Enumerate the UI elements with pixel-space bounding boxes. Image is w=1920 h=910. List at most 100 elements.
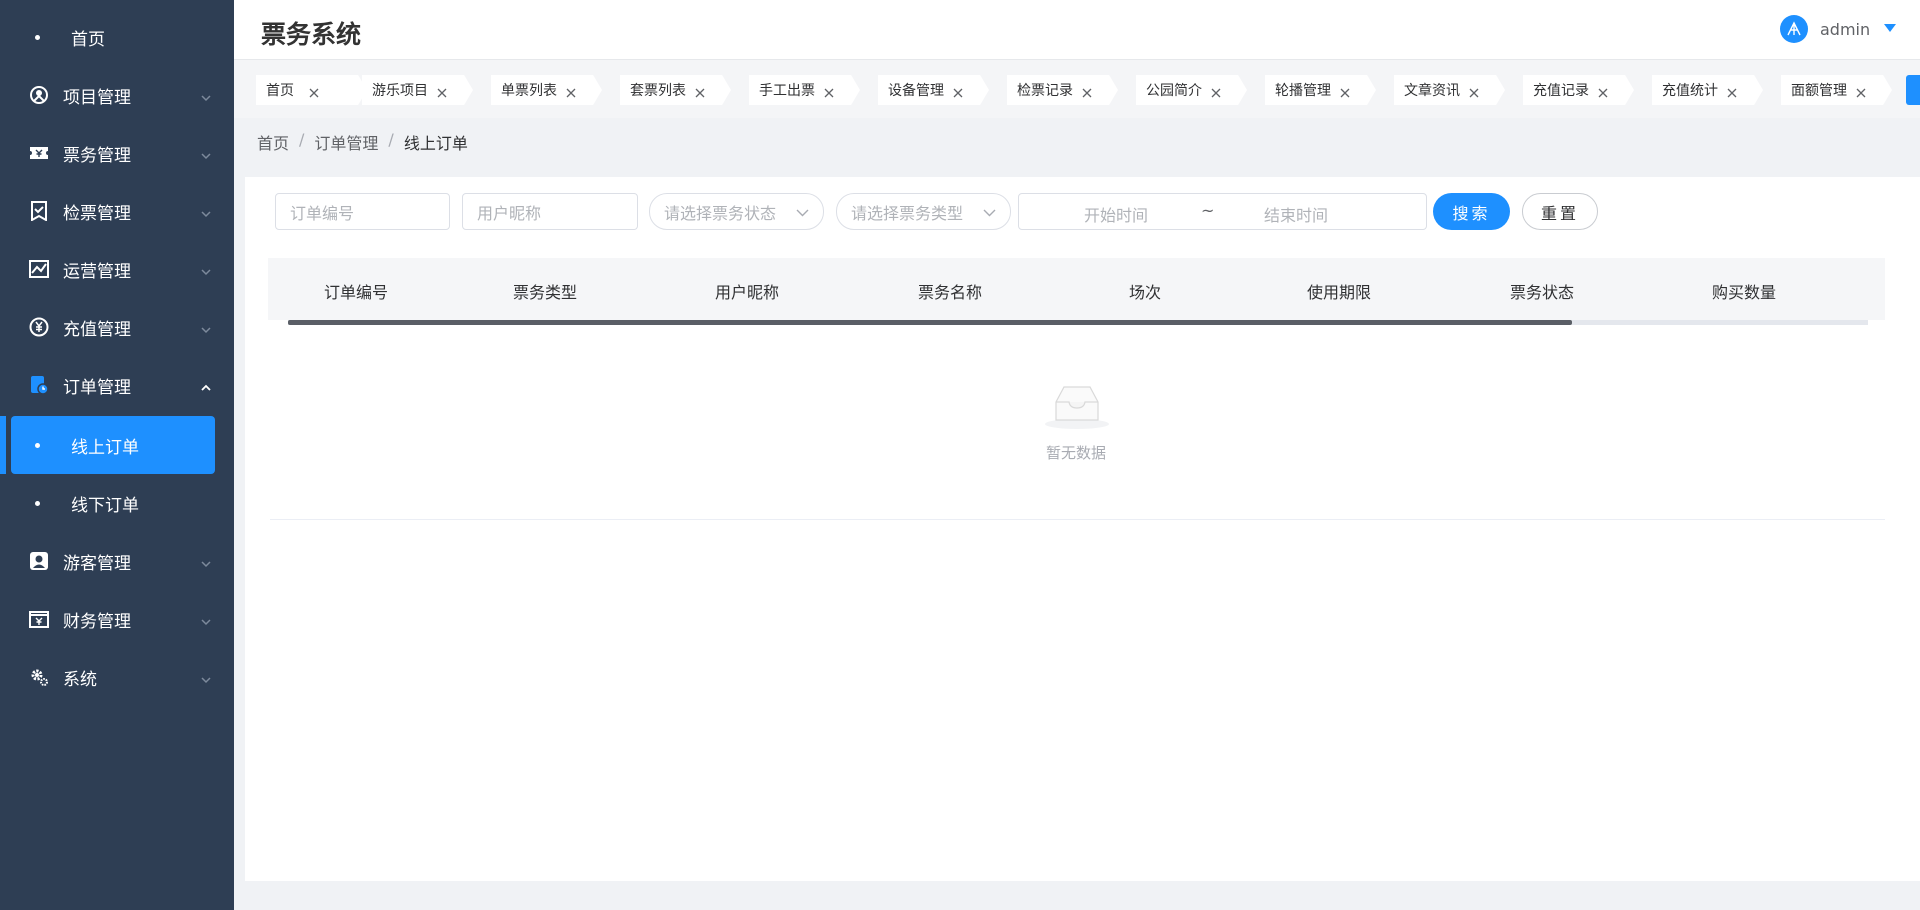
chart-icon — [28, 258, 50, 280]
top-header: 票务系统 admin — [234, 0, 1920, 60]
chevron-down-icon — [796, 209, 809, 217]
breadcrumb-separator: / — [299, 130, 305, 149]
check-ticket-icon — [28, 200, 50, 222]
breadcrumb-item[interactable]: 首页 — [257, 130, 289, 154]
end-time-placeholder: 结束时间 — [1264, 206, 1329, 225]
tag-label: 游乐项目 — [372, 83, 428, 99]
order-number-placeholder: 订单编号 — [290, 203, 355, 223]
tag-item[interactable]: 单票列表 — [491, 75, 602, 105]
sidebar-item-label: 首页 — [71, 29, 105, 50]
close-icon[interactable] — [1210, 84, 1222, 98]
range-separator: ~ — [1201, 201, 1215, 220]
close-icon[interactable] — [1726, 84, 1738, 98]
tag-item[interactable]: 套票列表 — [620, 75, 731, 105]
ticket-type-select[interactable]: 请选择票务类型 — [836, 193, 1011, 230]
tag-label: 单票列表 — [501, 83, 557, 99]
horizontal-scrollbar-thumb[interactable] — [288, 320, 1572, 325]
sidebar-item-visitors[interactable]: 游客管理 — [0, 532, 234, 590]
finance-icon — [28, 608, 50, 630]
close-icon[interactable] — [1468, 84, 1480, 98]
ticket-status-select[interactable]: 请选择票务状态 — [649, 193, 824, 230]
reset-button[interactable]: 重置 — [1522, 193, 1598, 230]
sidebar-item-operations[interactable]: 运营管理 — [0, 240, 234, 298]
gear-icon — [28, 666, 50, 688]
tag-item[interactable]: 文章资讯 — [1394, 75, 1505, 105]
tag-label: 设备管理 — [888, 83, 944, 99]
nickname-input[interactable]: 用户昵称 — [462, 193, 638, 230]
date-range-picker[interactable]: 开始时间 ~ 结束时间 — [1018, 193, 1427, 230]
visitor-icon — [28, 550, 50, 572]
app-title: 票务系统 — [261, 20, 362, 49]
sidebar-item-label: 系统 — [63, 669, 97, 690]
close-icon[interactable] — [823, 84, 835, 98]
close-icon[interactable] — [1597, 84, 1609, 98]
tag-item[interactable]: 公园简介 — [1136, 75, 1247, 105]
nickname-placeholder: 用户昵称 — [477, 203, 542, 223]
project-icon — [28, 84, 50, 106]
chevron-down-icon — [200, 89, 212, 102]
empty-inbox-icon — [1045, 386, 1109, 429]
table-bottom-border — [270, 519, 1885, 520]
tag-item[interactable]: 游乐项目 — [362, 75, 473, 105]
chevron-down-icon — [200, 147, 212, 160]
close-icon[interactable] — [1081, 84, 1093, 98]
breadcrumb-separator: / — [388, 130, 394, 149]
tag-item[interactable]: 检票记录 — [1007, 75, 1118, 105]
column-header: 购买数量 — [1712, 283, 1777, 302]
close-icon[interactable] — [308, 84, 320, 98]
sidebar-item-finance[interactable]: 财务管理 — [0, 590, 234, 648]
tag-label: 检票记录 — [1017, 83, 1073, 99]
sidebar-item-orders[interactable]: 订单管理 — [0, 356, 234, 414]
tag-overflow-indicator[interactable] — [1906, 75, 1920, 105]
active-indicator — [0, 416, 6, 474]
tag-label: 首页 — [266, 83, 294, 99]
column-header: 票务名称 — [918, 283, 983, 302]
breadcrumb-current: 线上订单 — [403, 134, 468, 153]
user-menu[interactable]: admin — [1780, 15, 1897, 43]
tag-item[interactable]: 轮播管理 — [1265, 75, 1376, 105]
tag-item[interactable]: 充值统计 — [1652, 75, 1763, 105]
column-header: 订单编号 — [324, 283, 389, 302]
chevron-down-icon — [200, 263, 212, 276]
close-icon[interactable] — [952, 84, 964, 98]
close-icon[interactable] — [694, 84, 706, 98]
chevron-up-icon — [200, 379, 212, 391]
tag-item[interactable]: 面额管理 — [1781, 75, 1892, 105]
sidebar-item-label: 订单管理 — [63, 377, 131, 398]
sidebar-item-online-orders[interactable]: 线上订单 — [11, 416, 215, 474]
close-icon[interactable] — [436, 84, 448, 98]
sidebar-item-check-tickets[interactable]: 检票管理 — [0, 182, 234, 240]
sidebar-item-label: 游客管理 — [63, 553, 131, 574]
close-icon[interactable] — [1339, 84, 1351, 98]
column-header: 票务状态 — [1510, 283, 1575, 302]
breadcrumb-item[interactable]: 订单管理 — [314, 130, 378, 154]
bullet-icon — [35, 500, 40, 506]
tag-item[interactable]: 充值记录 — [1523, 75, 1634, 105]
chevron-down-icon — [200, 613, 212, 626]
sidebar-item-label: 运营管理 — [63, 261, 131, 282]
order-icon — [28, 374, 50, 396]
sidebar-item-recharge[interactable]: 充值管理 — [0, 298, 234, 356]
sidebar-item-system[interactable]: 系统 — [0, 648, 234, 706]
chevron-down-icon — [200, 205, 212, 218]
sidebar-item-projects[interactable]: 项目管理 — [0, 66, 234, 124]
tag-item[interactable]: 设备管理 — [878, 75, 989, 105]
close-icon[interactable] — [565, 84, 577, 98]
tag-label: 充值记录 — [1533, 83, 1589, 99]
sidebar-item-label: 财务管理 — [63, 611, 131, 632]
chevron-down-icon — [200, 321, 212, 334]
sidebar-item-tickets[interactable]: 票务管理 — [0, 124, 234, 182]
tag-label: 轮播管理 — [1275, 83, 1331, 99]
close-icon[interactable] — [1855, 84, 1867, 98]
search-button[interactable]: 搜索 — [1433, 193, 1510, 230]
breadcrumb: 首页 / 订单管理 / 线上订单 — [257, 130, 468, 154]
sidebar-item-offline-orders[interactable]: 线下订单 — [0, 474, 234, 532]
sidebar-item-home[interactable]: 首页 — [0, 8, 234, 66]
caret-down-icon — [1884, 24, 1897, 32]
chevron-down-icon — [200, 555, 212, 568]
order-number-input[interactable]: 订单编号 — [275, 193, 450, 230]
ticket-type-placeholder: 请选择票务类型 — [851, 203, 964, 223]
sidebar-item-label: 检票管理 — [63, 203, 131, 224]
tag-item[interactable]: 首页 — [256, 75, 367, 105]
tag-item[interactable]: 手工出票 — [749, 75, 860, 105]
